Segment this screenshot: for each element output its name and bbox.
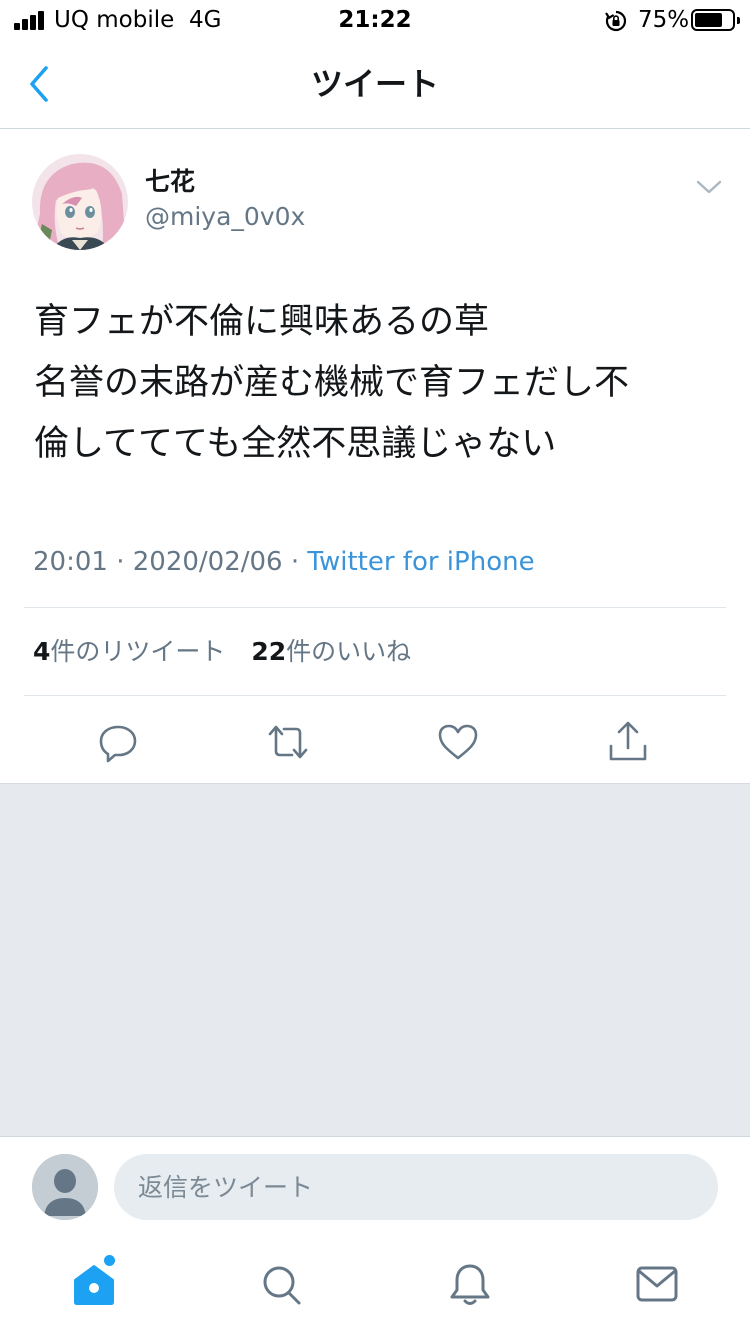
user-avatar: [32, 1154, 98, 1220]
tweet-text-line: 育フェが不倫に興味あるの草: [34, 302, 490, 342]
divider: [24, 695, 726, 696]
author-display-name[interactable]: 七花: [145, 166, 195, 198]
tweet-time: 20:01: [33, 547, 108, 577]
share-icon[interactable]: [604, 718, 652, 766]
tweet-source-link[interactable]: Twitter for iPhone: [307, 547, 534, 577]
reply-icon[interactable]: [94, 718, 142, 766]
divider: [24, 607, 726, 608]
author-handle[interactable]: @miya_0v0x: [145, 201, 305, 233]
retweet-icon[interactable]: [264, 718, 312, 766]
messages-icon[interactable]: [633, 1258, 681, 1310]
status-bar: UQ mobile 4G 21:22 75%: [0, 0, 750, 40]
rotation-lock-icon: [605, 10, 627, 32]
like-count-label: 件のいいね: [286, 637, 412, 666]
like-icon[interactable]: [434, 718, 482, 766]
tweet-meta: 20:01 · 2020/02/06 · Twitter for iPhone: [33, 545, 535, 579]
chevron-down-icon[interactable]: [694, 176, 724, 198]
page-title: ツイート: [310, 65, 439, 103]
retweet-count-value: 4: [33, 637, 51, 666]
navigation-bar: ツイート: [0, 40, 750, 129]
retweet-count[interactable]: 4件のリツイート: [33, 637, 225, 666]
meta-separator: ·: [107, 547, 133, 577]
meta-separator: ·: [282, 547, 308, 577]
replies-area: [0, 783, 750, 1137]
search-icon[interactable]: [257, 1258, 305, 1310]
tweet-date: 2020/02/06: [132, 547, 283, 577]
tweet-text: 育フェが不倫に興味あるの草 名誉の末路が産む機械で育フェだし不 倫しててても全然…: [34, 292, 724, 475]
tweet-stats: 4件のリツイート 22件のいいね: [33, 635, 429, 669]
avatar[interactable]: [32, 154, 128, 250]
retweet-count-label: 件のリツイート: [50, 637, 226, 666]
tweet-actions: [0, 712, 750, 782]
battery-icon: [691, 9, 740, 31]
battery-percent: 75%: [638, 7, 690, 33]
new-content-indicator: [104, 1255, 115, 1266]
like-count[interactable]: 22件のいいね: [251, 637, 411, 666]
tweet-text-line: 倫しててても全然不思議じゃない: [34, 424, 557, 464]
like-count-value: 22: [251, 637, 287, 666]
notifications-icon[interactable]: [446, 1258, 494, 1310]
tweet-text-line: 名誉の末路が産む機械で育フェだし不: [34, 363, 630, 403]
reply-input[interactable]: [114, 1154, 718, 1220]
